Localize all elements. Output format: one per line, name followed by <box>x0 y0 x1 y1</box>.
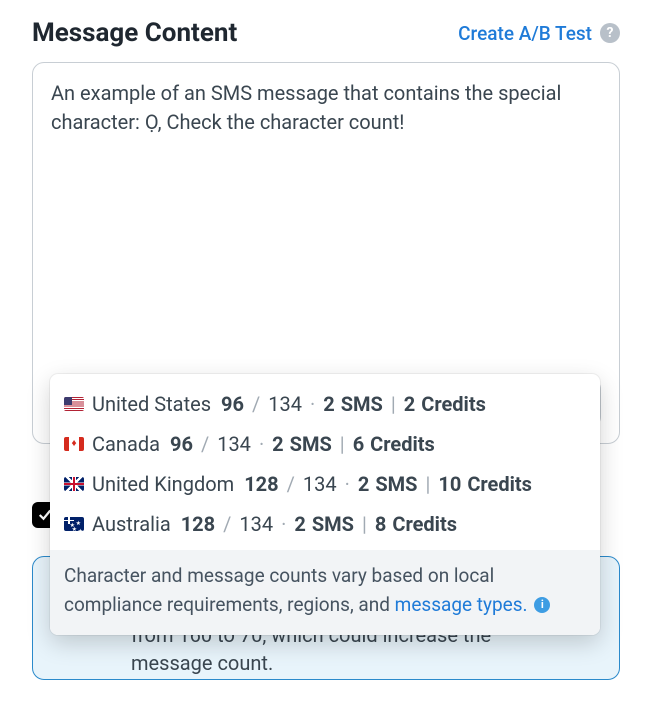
country-row[interactable]: Australia 128 / 134 · 2 SMS | 8Credits <box>50 504 600 544</box>
country-cell: ♦ Canada <box>64 432 160 456</box>
sms-count: 2 <box>272 432 283 456</box>
credits-label: Credits <box>392 512 457 536</box>
chars-max: 134 <box>303 472 337 496</box>
chars-count: 96 <box>221 392 244 416</box>
credits-label: Credits <box>370 432 435 456</box>
info-icon[interactable]: i <box>534 597 550 613</box>
chars-count: 128 <box>181 512 215 536</box>
sms-count: 2 <box>358 472 369 496</box>
message-textarea[interactable]: An example of an SMS message that contai… <box>51 79 601 371</box>
separator: | <box>391 392 396 416</box>
chars-max: 134 <box>217 432 251 456</box>
chars-count: 96 <box>170 432 193 456</box>
sms-label: SMS <box>375 472 417 496</box>
country-name: United Kingdom <box>92 472 234 496</box>
credits-label: Credits <box>467 472 532 496</box>
separator: / <box>252 392 260 416</box>
country-row[interactable]: United Kingdom 128 / 134 · 2SMS | 10Credits <box>50 464 600 504</box>
header: Message Content Create A/B Test ? <box>32 18 620 48</box>
credits-count: 8 <box>375 512 386 536</box>
help-icon[interactable]: ? <box>600 23 620 43</box>
chars-max: 134 <box>268 392 302 416</box>
separator: | <box>340 432 345 456</box>
flag-us-icon <box>64 397 84 411</box>
credits-count: 10 <box>438 472 461 496</box>
separator: · <box>281 512 286 536</box>
sms-count: 2 <box>294 512 305 536</box>
sms-label: SMS <box>341 392 383 416</box>
separator: / <box>223 512 231 536</box>
separator: | <box>425 472 430 496</box>
country-name: United States <box>92 392 211 416</box>
country-cell: Australia <box>64 512 171 536</box>
chars-count: 128 <box>244 472 278 496</box>
country-row[interactable]: United States96/134·2SMS|2Credits <box>50 384 600 424</box>
separator: · <box>345 472 350 496</box>
sms-label: SMS <box>312 512 354 536</box>
ab-test-group: Create A/B Test ? <box>458 22 620 45</box>
flag-ca-icon: ♦ <box>64 437 84 451</box>
chars-max: 134 <box>239 512 273 536</box>
page-title: Message Content <box>32 18 237 48</box>
country-breakdown-dropdown: United States96/134·2SMS|2Credits♦Canada… <box>50 374 600 635</box>
separator: / <box>287 472 295 496</box>
country-cell: United States <box>64 392 211 416</box>
credits-label: Credits <box>421 392 486 416</box>
credits-count: 2 <box>404 392 415 416</box>
separator: · <box>310 392 315 416</box>
flag-gb-icon <box>64 477 84 491</box>
country-row[interactable]: ♦ Canada 96 / 134 · 2 SMS | 6Credits <box>50 424 600 464</box>
info-line-2: message count. <box>51 649 601 677</box>
dropdown-footer: Character and message counts vary based … <box>50 550 600 635</box>
message-types-link[interactable]: message types. <box>395 593 528 616</box>
country-cell: United Kingdom <box>64 472 234 496</box>
credits-count: 6 <box>353 432 364 456</box>
create-ab-test-link[interactable]: Create A/B Test <box>458 22 592 45</box>
sms-label: SMS <box>290 432 332 456</box>
separator: / <box>201 432 209 456</box>
separator: | <box>362 512 367 536</box>
flag-au-icon <box>64 517 84 531</box>
country-name: Canada <box>92 432 160 456</box>
sms-count: 2 <box>323 392 334 416</box>
separator: · <box>259 432 264 456</box>
country-name: Australia <box>92 512 171 536</box>
